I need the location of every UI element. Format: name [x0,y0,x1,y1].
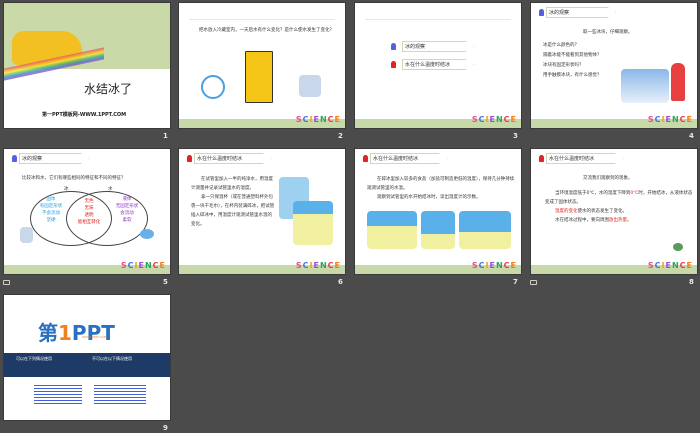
slide-thumbnail-1[interactable]: 水结冰了 第一PPT模板网-WWW.1PPT.COM [3,2,171,129]
paragraphs: 在试管里加入一半的纯净水，用温度计测量并记录试管里水的温度。 拿一只保温杯（或在普… [191,177,275,227]
link-list[interactable] [94,383,146,405]
bullet-item: 用手触摸冰块，有什么感觉？ [543,73,602,78]
slide-header: 水在什么温度时结冰 [546,153,624,164]
slide-thumbnail-9[interactable]: 第1PPT WWW.1PPT.COM 可以在下列情况使用 不可以在以下情况使用 [3,294,171,421]
intro-text: 取一些冰块，仔细观察。 [583,30,633,35]
intro-text: 交流我们观察到的现象。 [583,176,633,181]
paragraphs: 在碎冰里加入较多的食盐（加盐可制造更低的温度），保持几分钟持续观测试管里的水温。… [367,177,515,200]
slide-thumbnail-3[interactable]: 冰的观察 水在什么温度时结冰 SCIENCE [354,2,522,129]
science-logo: SCIENCE [295,261,341,270]
agenda-item-1[interactable]: 冰的观察 [402,41,474,52]
animation-icon[interactable] [3,280,10,285]
slide-thumbnail-8[interactable]: 水在什么温度时结冰 交流我们观察到的现象。 当环境温度低于0℃，水的温度下降到0… [530,148,698,275]
fridge-image [245,51,273,103]
marker-icon [391,43,396,50]
ice-cube-image [299,75,321,97]
marker-icon [187,155,192,162]
ice-photo [621,69,669,103]
ice-only-list: 固体 有固定形状 不会流动 坚硬 [39,197,63,223]
back-button-icon[interactable] [673,243,683,251]
brand-logo: 第1PPT [38,321,115,345]
marker-icon [539,155,544,162]
footer-text: 第一PPT模板网-WWW.1PPT.COM [42,112,127,118]
can-use-label: 可以在下列情况使用 [16,356,52,361]
water-only-list: 液体 无固定形状 会流动 柔软 [115,197,139,223]
slide-thumbnail-4[interactable]: 冰的观察 取一些冰块，仔细观察。 冰是什么颜色的？ 隔着冰能不能看到其他物体？ … [530,2,698,129]
animation-icon[interactable] [530,280,537,285]
science-logo: SCIENCE [471,115,517,124]
science-logo: SCIENCE [647,261,693,270]
freezing-photo [459,211,511,249]
marker-icon [363,155,368,162]
slide-number: 6 [338,278,343,286]
slide-number: 7 [513,278,518,286]
marker-icon [391,61,396,68]
question-text: 比较冰和水，它们有哪些相同的特征和不同的特征？ [22,176,126,181]
slide-number: 5 [163,278,168,286]
usage-banner: 可以在下列情况使用 不可以在以下情况使用 [4,353,170,377]
slide-thumbnail-7[interactable]: 水在什么温度时结冰 在碎冰里加入较多的食盐（加盐可制造更低的温度），保持几分钟持… [354,148,522,275]
slide-number: 3 [513,132,518,140]
water-label: 水 [108,187,113,192]
slide-number: 8 [689,278,694,286]
bullet-list: 冰是什么颜色的？ 隔着冰能不能看到其他物体？ 冰块有固定形状吗？ 用手触摸冰块，… [543,41,602,81]
water-image [201,75,225,99]
water-image [140,229,154,239]
bullet-item: 冰块有固定形状吗？ [543,63,584,68]
salt-photo [367,211,417,249]
marker-icon [12,155,17,162]
slide-thumbnail-5[interactable]: 冰的观察 比较冰和水，它们有哪些相同的特征和不同的特征？ 冰 水 固体 有固定形状… [3,148,171,275]
slide-header: 水在什么温度时结冰 [370,153,448,164]
question-text: 把水放入冷藏室内，一天后水有什么变化？是什么使水发生了变化？ [199,28,334,33]
boy-cartoon [671,63,685,101]
ice-image [20,227,33,243]
bullet-item: 隔着冰能不能看到其他物体？ [543,53,602,58]
science-logo: SCIENCE [647,115,693,124]
marker-icon [539,9,544,16]
slide-header: 水在什么温度时结冰 [194,153,272,164]
common-list: 无色 无味 透明 能相互转化 [77,199,101,225]
slide-number: 2 [338,132,343,140]
agenda-item-2[interactable]: 水在什么温度时结冰 [402,59,474,70]
science-logo: SCIENCE [471,261,517,270]
presentation-title: 水结冰了 [84,82,133,96]
cannot-use-label: 不可以在以下情况使用 [92,356,132,361]
conclusion-text: 当环境温度低于0℃，水的温度下降到0℃时，开始结冰，从液体状态变成了固体状态。 … [545,191,693,223]
slide-number: 1 [163,132,168,140]
ice-photo [421,211,455,249]
brand-url: WWW.1PPT.COM [82,335,107,339]
slide-header: 冰的观察 [546,7,616,18]
towel-cup-photo [293,201,333,245]
slide-number: 9 [163,424,168,432]
slide-number: 4 [689,132,694,140]
slide-header: 冰的观察 [19,153,89,164]
science-logo: SCIENCE [295,115,341,124]
science-logo: SCIENCE [120,261,166,270]
bullet-item: 冰是什么颜色的？ [543,43,579,48]
link-list[interactable] [34,383,82,405]
slide-thumbnail-2[interactable]: 把水放入冷藏室内，一天后水有什么变化？是什么使水发生了变化？ SCIENCE [178,2,346,129]
ice-label: 冰 [64,187,69,192]
slide-thumbnail-6[interactable]: 水在什么温度时结冰 在试管里加入一半的纯净水，用温度计测量并记录试管里水的温度。… [178,148,346,275]
